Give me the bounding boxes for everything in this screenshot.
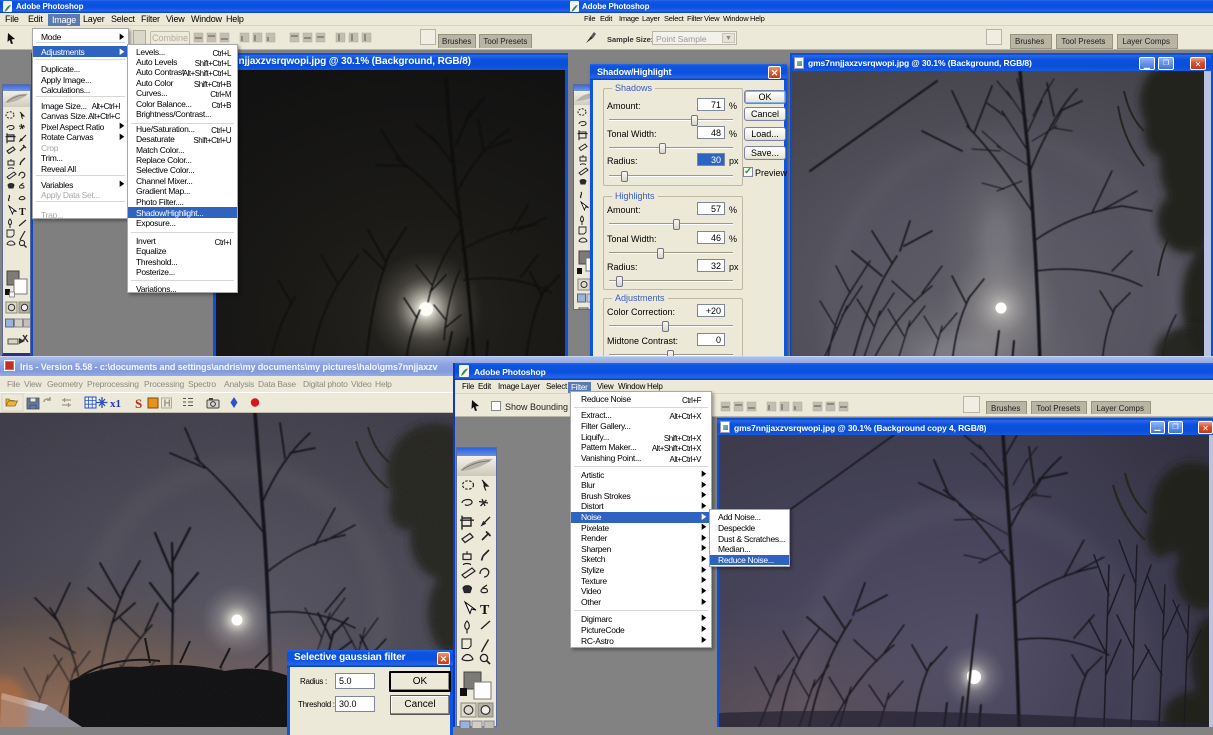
svg-text:T: T — [480, 603, 490, 618]
svg-text:S: S — [135, 396, 142, 411]
svg-text:H: H — [164, 399, 171, 410]
svg-text:T: T — [19, 207, 26, 218]
svg-text:x1: x1 — [110, 398, 121, 410]
